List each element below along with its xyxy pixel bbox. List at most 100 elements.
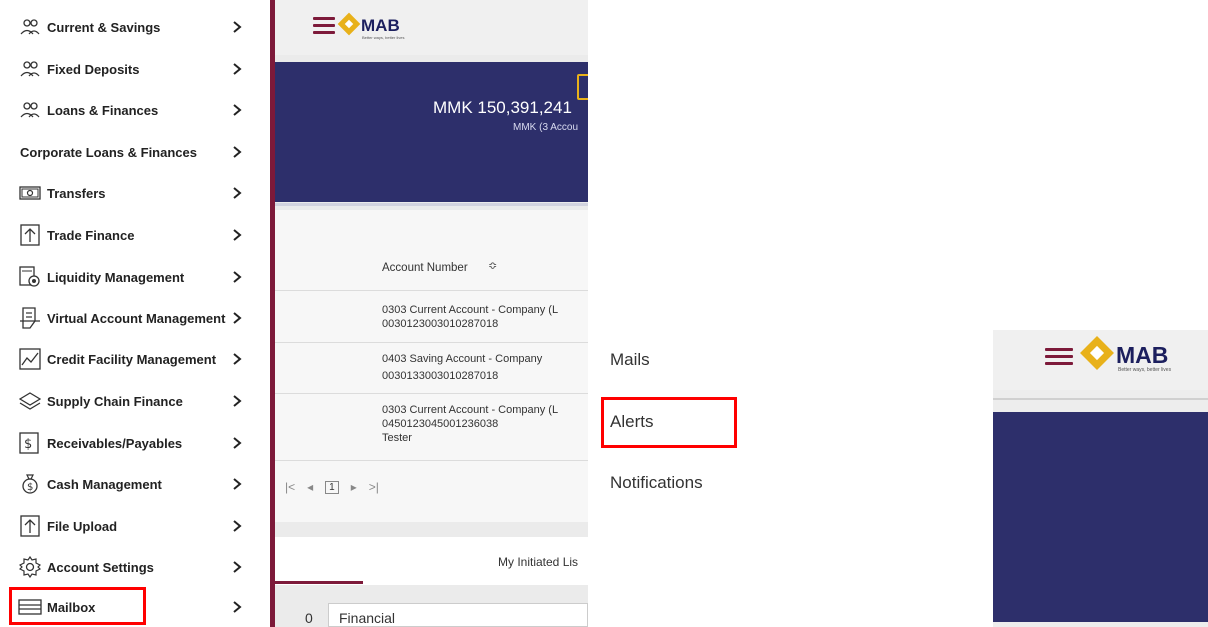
alerts-screenshot: MAB Better ways, better lives bbox=[993, 330, 1208, 627]
chevron-right-icon bbox=[233, 561, 242, 573]
prev-page-button[interactable]: ◂ bbox=[307, 480, 313, 494]
hamburger-menu-icon[interactable] bbox=[313, 17, 335, 34]
row-divider bbox=[275, 342, 588, 343]
banner-divider bbox=[275, 203, 588, 206]
mab-logo-icon bbox=[1080, 336, 1114, 370]
chevron-right-icon bbox=[233, 395, 242, 407]
sidebar-item-corporate-loans[interactable]: Corporate Loans & Finances bbox=[0, 135, 268, 169]
bottom-summary-row: 0 Financial bbox=[275, 600, 588, 627]
chevron-right-icon bbox=[233, 271, 242, 283]
chevron-right-icon bbox=[233, 312, 242, 324]
last-page-button[interactable]: >| bbox=[369, 480, 379, 494]
sidebar-item-supply-chain[interactable]: Supply Chain Finance bbox=[0, 384, 268, 418]
svg-text:$: $ bbox=[27, 482, 33, 493]
document-icon bbox=[18, 306, 42, 330]
account-nickname: Tester bbox=[382, 432, 412, 444]
svg-text:$: $ bbox=[24, 437, 32, 452]
mailbox-highlight-box bbox=[9, 587, 146, 625]
chevron-right-icon bbox=[233, 478, 242, 490]
submenu-mails[interactable]: Mails bbox=[610, 350, 650, 370]
chevron-right-icon bbox=[233, 63, 242, 75]
tab-my-initiated-list[interactable]: My Initiated Lis bbox=[498, 555, 578, 569]
top-bar: MAB Better ways, better lives bbox=[275, 0, 588, 55]
sidebar-item-fixed-deposits[interactable]: Fixed Deposits bbox=[0, 52, 268, 86]
balance-subtitle: MMK (3 Accou bbox=[513, 122, 579, 133]
sidebar-item-file-upload[interactable]: File Upload bbox=[0, 509, 268, 543]
sort-icon[interactable]: ≎ bbox=[488, 259, 497, 272]
account-number: 0030123003010287018 bbox=[382, 318, 499, 330]
financial-box[interactable]: Financial bbox=[328, 603, 588, 627]
sidebar-item-virtual-account[interactable]: Virtual Account Management bbox=[0, 301, 268, 335]
logo-text: MAB bbox=[1116, 342, 1169, 368]
pagination: |< ◂ 1 ▸ >| bbox=[285, 477, 391, 497]
top-bar: MAB Better ways, better lives bbox=[993, 330, 1208, 390]
sidebar-item-liquidity-management[interactable]: Liquidity Management bbox=[0, 260, 268, 294]
account-name: 0403 Saving Account - Company bbox=[382, 353, 543, 365]
dashboard-screenshot: MAB Better ways, better lives MMK 150,39… bbox=[270, 0, 588, 627]
chevron-right-icon bbox=[233, 21, 242, 33]
sidebar-item-label: Credit Facility Management bbox=[47, 351, 217, 367]
layers-icon bbox=[18, 389, 42, 413]
gear-icon bbox=[18, 555, 42, 579]
sidebar-item-transfers[interactable]: Transfers bbox=[0, 176, 268, 210]
account-name: 0303 Current Account - Company (L bbox=[382, 304, 559, 316]
navy-content-area bbox=[993, 412, 1208, 622]
account-name: 0303 Current Account - Company (L bbox=[382, 404, 559, 416]
balance-amount: MMK 150,391,241 bbox=[433, 98, 572, 117]
sidebar-item-label: Liquidity Management bbox=[47, 269, 185, 285]
wallet-icon bbox=[577, 74, 588, 100]
sidebar-item-account-settings[interactable]: Account Settings bbox=[0, 550, 268, 584]
users-icon bbox=[18, 57, 42, 81]
dollar-document-icon: $ bbox=[18, 431, 42, 455]
sidebar-item-current-savings[interactable]: Current & Savings bbox=[0, 10, 268, 44]
sidebar-item-label: Current & Savings bbox=[47, 19, 161, 35]
next-page-button[interactable]: ▸ bbox=[351, 480, 357, 494]
sidebar-item-trade-finance[interactable]: Trade Finance bbox=[0, 218, 268, 252]
count-value: 0 bbox=[305, 610, 313, 626]
sidebar-item-label: Trade Finance bbox=[47, 227, 135, 243]
sidebar-item-label: File Upload bbox=[47, 518, 118, 534]
upload-arrow-icon bbox=[18, 223, 42, 247]
account-number: 0450123045001236038 bbox=[382, 418, 499, 430]
upload-arrow-icon bbox=[18, 514, 42, 538]
logo-text: MAB bbox=[361, 16, 400, 35]
account-number: 0030133003010287018 bbox=[382, 370, 499, 382]
row-divider bbox=[275, 460, 588, 461]
hamburger-menu-icon[interactable] bbox=[1045, 348, 1073, 365]
trend-chart-icon bbox=[18, 347, 42, 371]
money-note-icon bbox=[18, 181, 42, 205]
logo-tagline: Better ways, better lives bbox=[1118, 367, 1172, 373]
alerts-highlight-box bbox=[601, 397, 737, 448]
sidebar-item-label: Fixed Deposits bbox=[47, 61, 140, 77]
liquidity-icon bbox=[18, 265, 42, 289]
users-icon bbox=[18, 15, 42, 39]
header-divider bbox=[993, 398, 1208, 400]
chevron-right-icon bbox=[233, 601, 242, 613]
tabs-row: My Initiated Lis bbox=[275, 537, 588, 585]
sidebar-menu: Current & Savings Fixed Deposits Loans &… bbox=[0, 0, 268, 627]
current-page[interactable]: 1 bbox=[325, 480, 339, 494]
chevron-right-icon bbox=[233, 229, 242, 241]
column-header-account-number[interactable]: Account Number bbox=[382, 262, 468, 274]
sidebar-item-credit-facility[interactable]: Credit Facility Management bbox=[0, 342, 268, 376]
chevron-right-icon bbox=[233, 146, 242, 158]
row-divider bbox=[275, 290, 588, 291]
users-icon bbox=[18, 98, 42, 122]
sidebar-item-label: Transfers bbox=[47, 185, 106, 201]
active-tab-indicator bbox=[275, 581, 363, 584]
sidebar-item-cash-management[interactable]: $ Cash Management bbox=[0, 467, 268, 501]
sidebar-item-label: Virtual Account Management bbox=[47, 310, 226, 326]
first-page-button[interactable]: |< bbox=[285, 480, 295, 494]
balance-banner: MMK 150,391,241 MMK (3 Accou bbox=[275, 62, 588, 206]
money-bag-icon: $ bbox=[18, 472, 42, 496]
sidebar-item-label: Receivables/Payables bbox=[47, 435, 183, 451]
sidebar-item-loans-finances[interactable]: Loans & Finances bbox=[0, 93, 268, 127]
chevron-right-icon bbox=[233, 520, 242, 532]
submenu-notifications[interactable]: Notifications bbox=[610, 473, 703, 493]
chevron-right-icon bbox=[233, 437, 242, 449]
accounts-table: Account Number ≎ 0303 Current Account - … bbox=[275, 210, 588, 522]
sidebar-item-label: Loans & Finances bbox=[47, 102, 159, 118]
row-divider bbox=[275, 393, 588, 394]
chevron-right-icon bbox=[233, 353, 242, 365]
sidebar-item-receivables-payables[interactable]: $ Receivables/Payables bbox=[0, 426, 268, 460]
